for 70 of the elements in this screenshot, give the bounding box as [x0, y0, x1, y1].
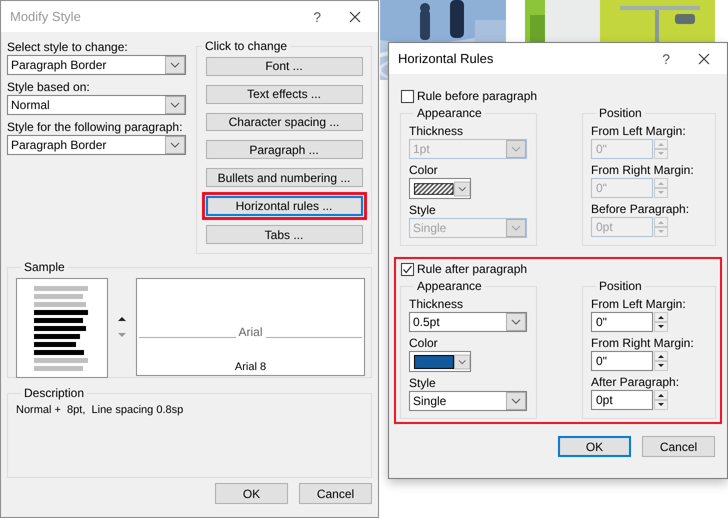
window-title: Horizontal Rules: [398, 51, 494, 66]
chevron-down-icon: [454, 352, 470, 370]
field-label: Thickness: [409, 123, 464, 139]
field-label: Before Paragraph:: [591, 201, 690, 217]
dialog-button[interactable]: Character spacing ...: [206, 112, 362, 132]
group-title: Appearance: [416, 279, 483, 293]
dialog-button[interactable]: Tabs ...: [206, 225, 362, 244]
color-picker[interactable]: [409, 178, 471, 199]
field-label: Style: [409, 202, 437, 218]
chevron-down-icon: [506, 140, 526, 158]
dropdown[interactable]: Normal: [7, 95, 186, 115]
group-title: Click to change: [204, 39, 288, 53]
color-picker[interactable]: [409, 351, 471, 372]
field-label: Color: [409, 162, 439, 178]
dropdown[interactable]: Paragraph Border: [7, 55, 186, 75]
up-arrow-icon[interactable]: [117, 316, 127, 322]
dropdown[interactable]: Paragraph Border: [7, 135, 186, 155]
help-button[interactable]: ?: [662, 50, 670, 66]
chevron-down-icon: [454, 180, 470, 198]
close-icon[interactable]: [349, 10, 361, 22]
group-title: Description: [23, 386, 86, 400]
field-label: Style based on:: [7, 79, 91, 95]
chevron-down-icon: [165, 136, 185, 154]
spin-button[interactable]: [654, 390, 668, 410]
dialog-button[interactable]: OK: [558, 436, 631, 457]
description-text: Normal + 8pt, Line spacing 0.8sp: [16, 404, 184, 416]
group-title: Position: [598, 279, 643, 293]
group-title: Appearance: [416, 106, 483, 120]
group-title: Sample: [23, 260, 66, 274]
field-label: After Paragraph:: [591, 374, 680, 390]
checkbox-label[interactable]: Rule after paragraph: [417, 262, 528, 276]
dialog-button[interactable]: Text effects ...: [206, 84, 362, 104]
dialog-button[interactable]: Font ...: [206, 57, 362, 76]
dropdown[interactable]: Single: [409, 391, 527, 411]
field-label: Thickness: [409, 296, 464, 312]
window-title: Modify Style: [10, 9, 82, 24]
input-field[interactable]: 0pt: [591, 390, 653, 410]
dialog-button[interactable]: Horizontal rules ...: [206, 196, 362, 216]
dialog-button[interactable]: Paragraph ...: [206, 140, 362, 160]
chevron-down-icon: [165, 56, 185, 74]
chevron-down-icon: [165, 96, 185, 114]
spin-button[interactable]: [654, 312, 668, 332]
dialog-button[interactable]: Cancel: [299, 483, 372, 504]
hatched-swatch: [414, 182, 454, 196]
dialog-button[interactable]: Bullets and numbering ...: [206, 168, 362, 188]
spin-button[interactable]: [654, 351, 668, 371]
checkbox[interactable]: [401, 262, 414, 276]
chevron-down-icon: [506, 219, 526, 237]
checkbox[interactable]: [401, 90, 414, 102]
field-label: Select style to change:: [7, 39, 129, 55]
help-button[interactable]: ?: [313, 8, 321, 24]
input-field[interactable]: 0": [591, 351, 653, 371]
field-label: Style: [409, 375, 437, 391]
chevron-down-icon: [506, 313, 526, 331]
close-icon[interactable]: [698, 52, 710, 64]
group-title: Position: [598, 106, 643, 120]
input-field[interactable]: 0": [591, 312, 653, 332]
dialog-button[interactable]: OK: [215, 483, 288, 504]
field-label: Color: [409, 335, 439, 351]
field-label: From Left Margin:: [591, 296, 687, 312]
chevron-down-icon: [506, 392, 526, 410]
dialog-button[interactable]: Cancel: [642, 436, 715, 457]
field-label: Style for the following paragraph:: [7, 119, 184, 135]
preview-caption: Arial 8: [234, 361, 268, 373]
field-label: From Right Margin:: [591, 335, 695, 351]
field-label: From Right Margin:: [591, 162, 695, 178]
checkbox-label[interactable]: Rule before paragraph: [417, 89, 538, 103]
dropdown[interactable]: 0.5pt: [409, 312, 527, 332]
field-label: From Left Margin:: [591, 123, 687, 139]
preview-text: Arial: [238, 325, 264, 339]
